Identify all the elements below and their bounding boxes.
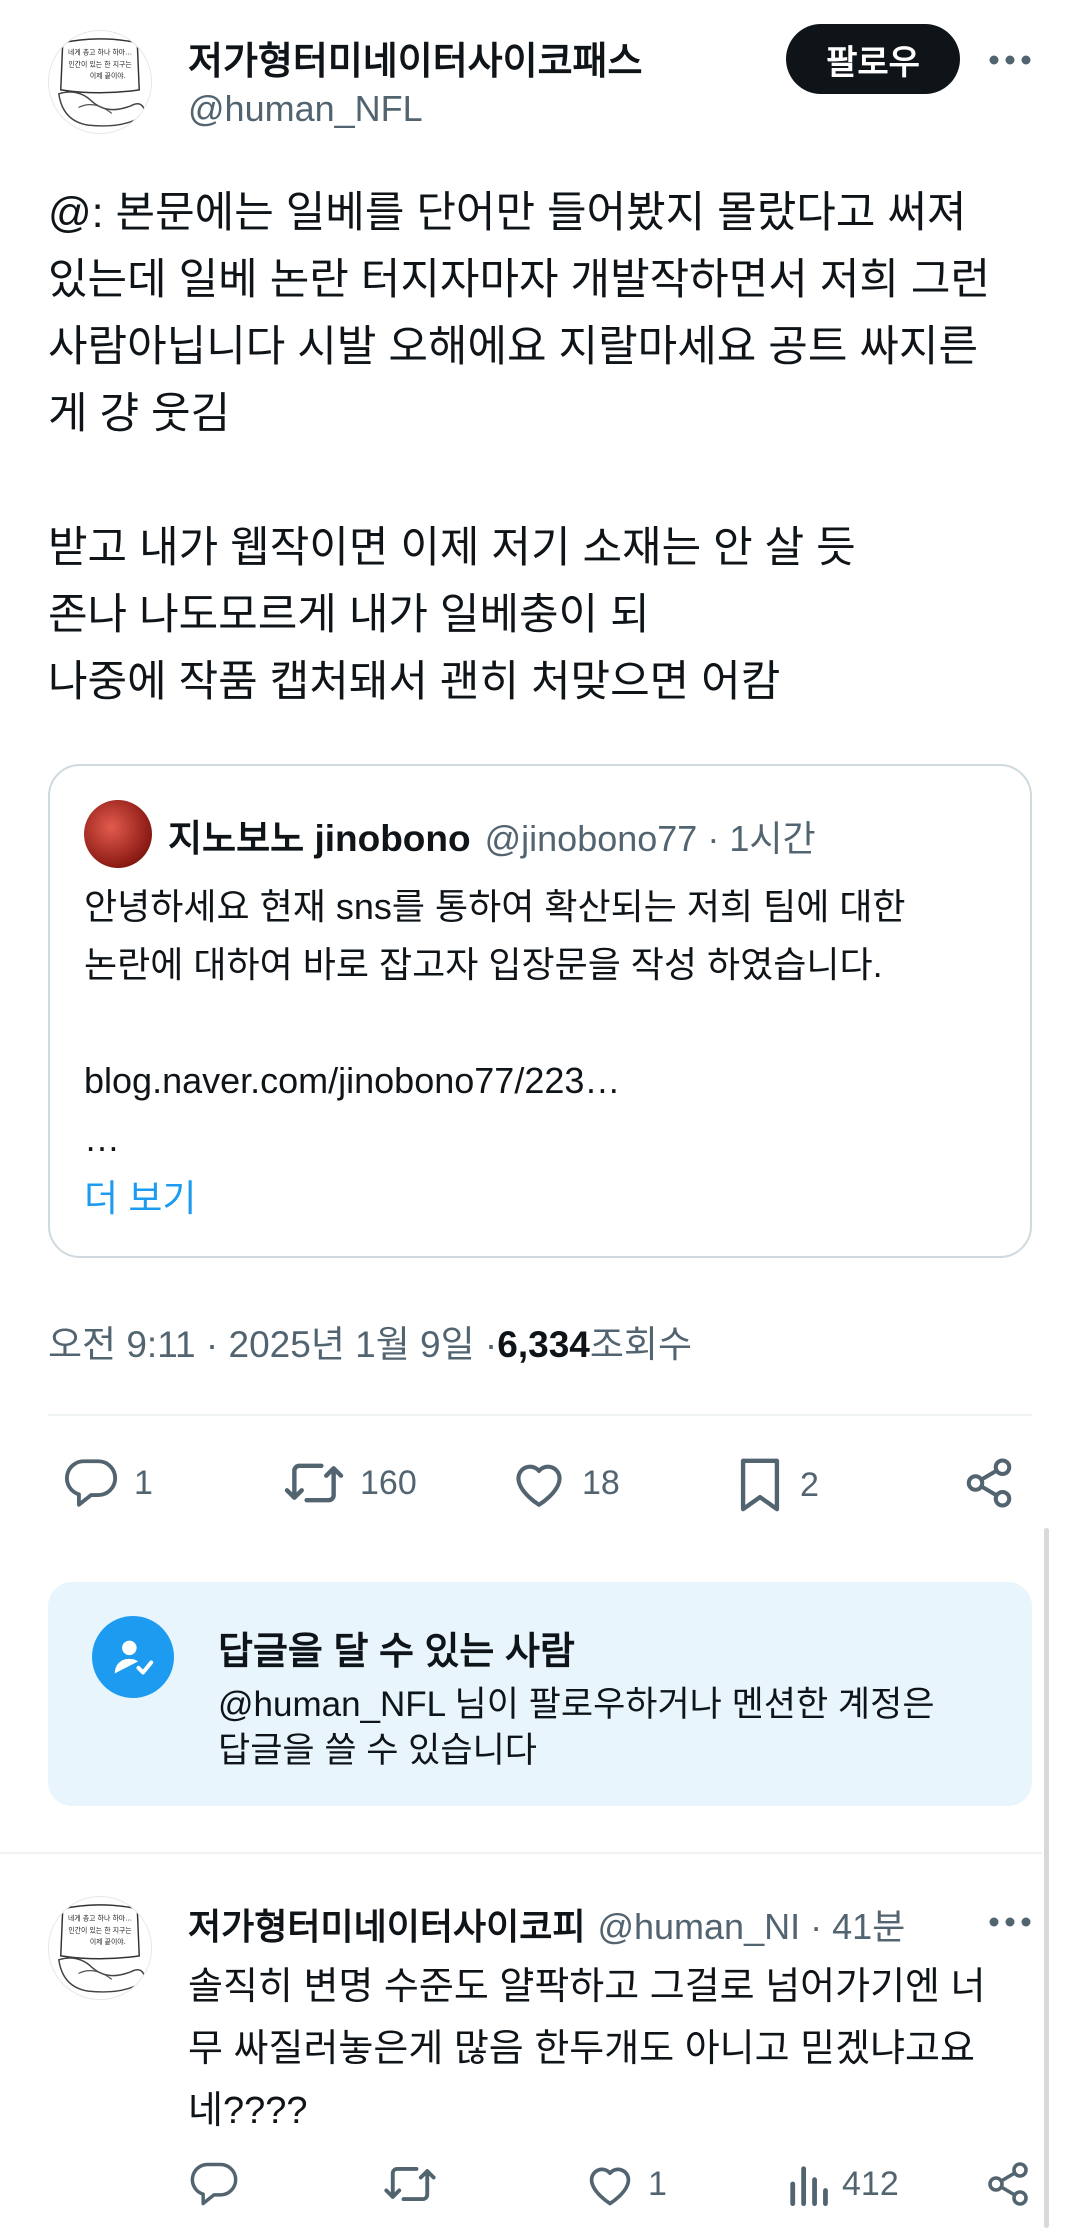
analytics-icon xyxy=(790,2166,828,2207)
reply-retweet-button[interactable] xyxy=(382,2160,450,2208)
reply-button[interactable]: 1 xyxy=(62,1456,153,1510)
views-label: 조회수 xyxy=(589,1324,692,1365)
reply-text: 솔직히 변명 수준도 얄팍하고 그걸로 넘어가기엔 너 무 싸질러놓은게 많음 … xyxy=(188,1966,986,2132)
reply-header: 저가형터미네이터사이코피 @human_NI · 41분 xyxy=(188,1898,905,1950)
share-icon xyxy=(988,2162,1028,2206)
retweet-icon xyxy=(384,2166,436,2202)
quoted-author-handle: @jinobono77 xyxy=(484,818,698,859)
reply-like-button[interactable]: 1 xyxy=(584,2160,667,2208)
retweet-icon xyxy=(284,1463,344,1503)
reply-icon xyxy=(190,2162,238,2206)
notice-description: @human_NFL 님이 팔로우하거나 멘션한 계정은 답글을 쓸 수 있습니… xyxy=(218,1685,935,1770)
bookmark-icon xyxy=(740,1458,780,1512)
show-more-link[interactable]: 더 보기 xyxy=(84,1168,196,1222)
reply-author-handle[interactable]: @human_NI xyxy=(597,1906,800,1948)
timestamp[interactable]: 오전 9:11 · 2025년 1월 9일 · xyxy=(48,1314,497,1368)
timestamp-row: 오전 9:11 · 2025년 1월 9일 · 6,334 조회수 xyxy=(48,1314,692,1368)
heart-icon xyxy=(516,1464,562,1507)
share-button[interactable] xyxy=(962,1456,1016,1510)
reply-more-options-icon[interactable] xyxy=(980,1902,1040,1942)
mention-people-icon xyxy=(92,1616,174,1698)
views-count: 6,334 xyxy=(497,1324,590,1365)
quoted-author-name: 지노보노 jinobono xyxy=(168,818,471,859)
like-button[interactable]: 18 xyxy=(510,1456,620,1510)
author-handle[interactable]: @human_NFL xyxy=(188,88,423,130)
bookmark-button[interactable]: 2 xyxy=(734,1456,819,1514)
reply-share-button[interactable] xyxy=(984,2160,1032,2208)
avatar-text-line: 인간이 있는 한 지구는 xyxy=(68,1925,131,1934)
share-icon xyxy=(966,1458,1012,1508)
reply-icon xyxy=(64,1459,118,1507)
reply-time[interactable]: · 41분 xyxy=(810,1898,905,1950)
reply-like-count: 1 xyxy=(648,2164,667,2203)
reply-reply-button[interactable] xyxy=(188,2160,252,2208)
retweet-button[interactable]: 160 xyxy=(282,1456,417,1510)
avatar-text-line: 이제 끝이야. xyxy=(90,71,126,80)
bookmark-count: 2 xyxy=(800,1465,819,1504)
reply-views-button[interactable]: 412 xyxy=(786,2160,899,2208)
author-display-name[interactable]: 저가형터미네이터사이코패스 xyxy=(188,30,642,85)
quoted-tweet-text: 안녕하세요 현재 sns를 통하여 확산되는 저희 팀에 대한 논란에 대하여 … xyxy=(84,886,906,1159)
tweet-text: @: 본문에는 일베를 단어만 들어봤지 몰랐다고 써져 있는데 일베 논란 터… xyxy=(48,189,991,706)
retweet-count: 160 xyxy=(360,1463,417,1502)
avatar-text-line: 네게 총고 하나 하마… xyxy=(68,48,132,57)
heart-icon xyxy=(589,2167,631,2206)
reply-views-count: 412 xyxy=(842,2164,899,2203)
like-count: 18 xyxy=(582,1463,620,1502)
reply-count: 1 xyxy=(134,1463,153,1502)
follow-button[interactable]: 팔로우 xyxy=(786,24,960,94)
author-avatar[interactable]: 네게 총고 하나 하마… 인간이 있는 한 지구는 이제 끝이야. xyxy=(48,30,152,134)
avatar-text-line: 인간이 있는 한 지구는 xyxy=(68,59,131,68)
reply-author-avatar[interactable]: 네게 총고 하나 하마… 인간이 있는 한 지구는 이제 끝이야. xyxy=(48,1896,152,2000)
avatar-text-line: 네게 총고 하나 하마… xyxy=(68,1914,132,1923)
more-options-icon[interactable] xyxy=(980,40,1040,80)
reply-author-name[interactable]: 저가형터미네이터사이코피 xyxy=(188,1898,585,1950)
quoted-header: 지노보노 jinobono @jinobono77 · 1시간 xyxy=(168,808,816,862)
quoted-author-avatar xyxy=(84,800,152,868)
divider xyxy=(0,1852,1042,1854)
divider xyxy=(48,1414,1032,1416)
notice-title: 답글을 달 수 있는 사람 xyxy=(218,1631,575,1673)
quoted-time: · 1시간 xyxy=(707,818,816,859)
avatar-text-line: 이제 끝이야. xyxy=(90,1937,126,1946)
